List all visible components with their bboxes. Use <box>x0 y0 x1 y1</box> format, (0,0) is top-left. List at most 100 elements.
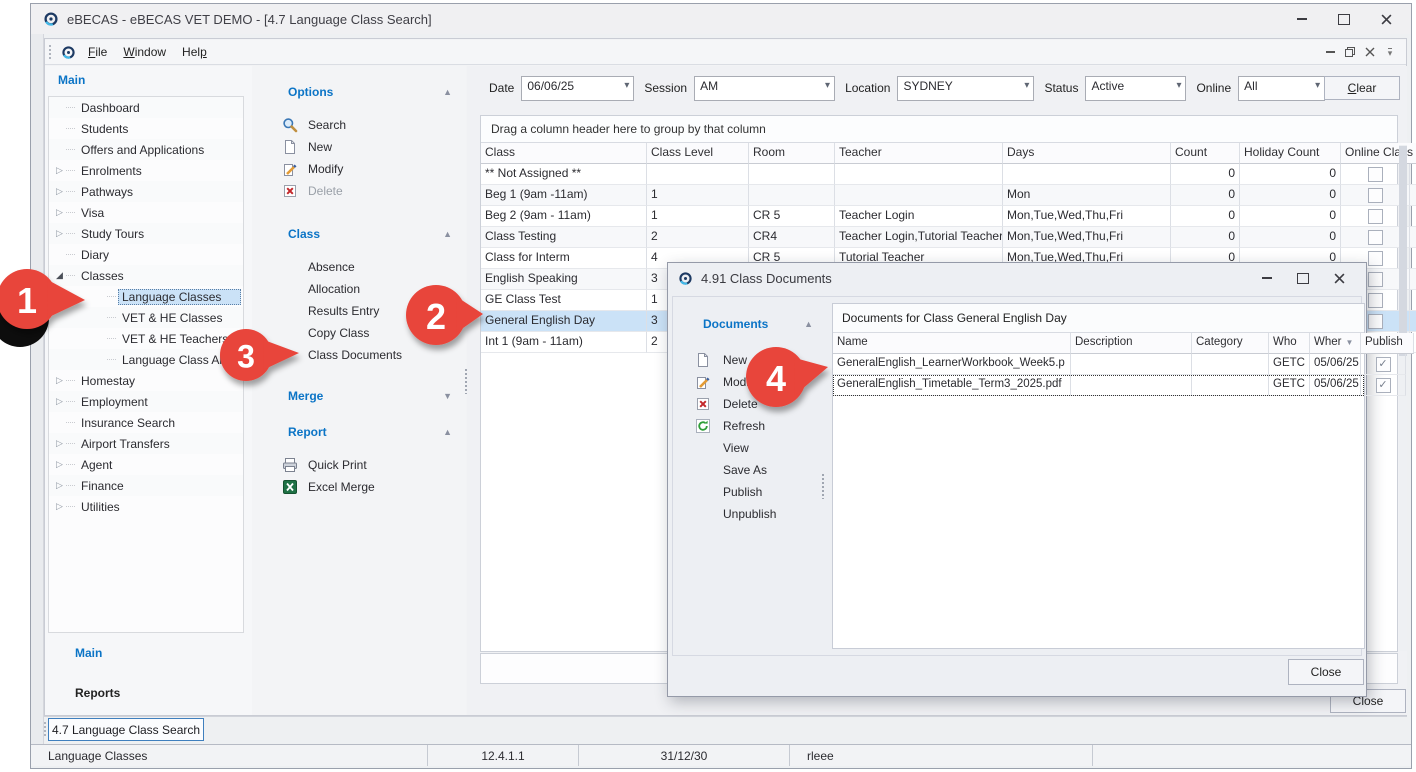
sidebar-item-language-classes[interactable]: Language Classes <box>49 286 243 307</box>
sidebar-item-students[interactable]: Students <box>49 118 243 139</box>
location-combobox[interactable]: SYDNEY <box>897 76 1034 101</box>
column-header-days[interactable]: Days <box>1003 143 1171 164</box>
sidebar-item-vet-he-teachers[interactable]: VET & HE Teachers <box>49 328 243 349</box>
chevron-up-icon[interactable]: ▲ <box>443 427 452 437</box>
tab-language-class-search[interactable]: 4.7 Language Class Search <box>48 718 204 741</box>
nav-group-reports[interactable]: Reports <box>75 686 120 700</box>
chevron-collapsed-icon[interactable]: ▷ <box>53 396 66 407</box>
absence-action[interactable]: Absence <box>308 256 466 278</box>
search-action[interactable]: Search <box>282 114 466 136</box>
clear-button[interactable]: Clear <box>1324 76 1400 100</box>
sidebar-item-agent[interactable]: ▷Agent <box>49 454 243 475</box>
document-row[interactable]: GeneralEnglish_LearnerWorkbook_Week5.pGE… <box>833 354 1364 375</box>
session-combobox[interactable]: AM <box>694 76 835 101</box>
chevron-collapsed-icon[interactable]: ▷ <box>53 375 66 386</box>
sidebar-item-homestay[interactable]: ▷Homestay <box>49 370 243 391</box>
maximize-icon[interactable] <box>1329 9 1359 29</box>
chevron-expanded-icon[interactable]: ◢ <box>53 270 66 281</box>
chevron-down-icon[interactable]: ▼ <box>443 391 452 401</box>
sidebar-item-finance[interactable]: ▷Finance <box>49 475 243 496</box>
quick-print-action[interactable]: Quick Print <box>282 454 466 476</box>
class-documents-action[interactable]: Class Documents <box>308 344 466 366</box>
doc-column-header-who[interactable]: Who <box>1269 333 1310 354</box>
chevron-collapsed-icon[interactable]: ▷ <box>53 165 66 176</box>
doc-column-header-wher[interactable]: Wher▼ <box>1310 333 1361 354</box>
chevron-up-icon[interactable]: ▲ <box>443 229 452 239</box>
new-action[interactable]: New <box>723 349 823 371</box>
view-action[interactable]: View <box>723 437 823 459</box>
online-class-checkbox[interactable] <box>1368 272 1383 287</box>
status-combobox[interactable]: Active <box>1085 76 1186 101</box>
new-action[interactable]: New <box>282 136 466 158</box>
chevron-collapsed-icon[interactable]: ▷ <box>53 459 66 470</box>
sidebar-item-diary[interactable]: Diary <box>49 244 243 265</box>
sidebar-item-offers-and-applications[interactable]: Offers and Applications <box>49 139 243 160</box>
section-header-class[interactable]: Class▲ <box>266 226 452 242</box>
section-header-merge[interactable]: Merge▼ <box>266 388 452 404</box>
sidebar-item-classes[interactable]: ◢Classes <box>49 265 243 286</box>
publish-checkbox[interactable] <box>1376 378 1391 393</box>
sidebar-item-pathways[interactable]: ▷Pathways <box>49 181 243 202</box>
delete-action[interactable]: Delete <box>282 180 466 202</box>
chevron-collapsed-icon[interactable]: ▷ <box>53 186 66 197</box>
unpublish-action[interactable]: Unpublish <box>723 503 823 525</box>
online-class-checkbox[interactable] <box>1368 188 1383 203</box>
chevron-collapsed-icon[interactable]: ▷ <box>53 501 66 512</box>
sidebar-item-visa[interactable]: ▷Visa <box>49 202 243 223</box>
minimize-icon[interactable] <box>1287 9 1317 29</box>
column-header-room[interactable]: Room <box>749 143 835 164</box>
delete-action[interactable]: Delete <box>723 393 823 415</box>
doc-column-header-description[interactable]: Description <box>1071 333 1192 354</box>
chevron-collapsed-icon[interactable]: ▷ <box>53 228 66 239</box>
copy-class-action[interactable]: Copy Class <box>308 322 466 344</box>
menu-window[interactable]: Window <box>115 42 174 62</box>
column-header-class-level[interactable]: Class Level <box>647 143 749 164</box>
mdi-close-icon[interactable] <box>1360 43 1380 61</box>
allocation-action[interactable]: Allocation <box>308 278 466 300</box>
modify-action[interactable]: Modify <box>723 371 823 393</box>
sidebar-item-vet-he-classes[interactable]: VET & HE Classes <box>49 307 243 328</box>
publish-checkbox[interactable] <box>1376 357 1391 372</box>
dialog-minimize-icon[interactable] <box>1254 268 1280 288</box>
sidebar-item-dashboard[interactable]: Dashboard <box>49 97 243 118</box>
online-class-checkbox[interactable] <box>1368 230 1383 245</box>
chevron-collapsed-icon[interactable]: ▷ <box>53 207 66 218</box>
document-row[interactable]: GeneralEnglish_Timetable_Term3_2025.pdfG… <box>833 375 1364 396</box>
chevron-collapsed-icon[interactable]: ▷ <box>53 438 66 449</box>
mdi-restore-icon[interactable] <box>1340 43 1360 61</box>
table-row[interactable]: Beg 1 (9am -11am)1Mon00 <box>481 185 1397 206</box>
toolbar-overflow-icon[interactable]: ▾ <box>1380 43 1400 61</box>
sidebar-item-study-tours[interactable]: ▷Study Tours <box>49 223 243 244</box>
excel-merge-action[interactable]: Excel Merge <box>282 476 466 498</box>
table-row[interactable]: Beg 2 (9am - 11am)1CR 5Teacher LoginMon,… <box>481 206 1397 227</box>
sidebar-item-airport-transfers[interactable]: ▷Airport Transfers <box>49 433 243 454</box>
mdi-minimize-icon[interactable] <box>1320 43 1340 61</box>
column-header-holiday-count[interactable]: Holiday Count <box>1240 143 1341 164</box>
chevron-up-icon[interactable]: ▲ <box>443 87 452 97</box>
online-class-checkbox[interactable] <box>1368 314 1383 329</box>
column-header-count[interactable]: Count <box>1171 143 1240 164</box>
menu-file[interactable]: File <box>80 42 115 62</box>
results-entry-action[interactable]: Results Entry <box>308 300 466 322</box>
grid-scrollbar-thumb[interactable] <box>1399 146 1407 356</box>
dialog-splitter[interactable] <box>821 473 826 499</box>
dialog-maximize-icon[interactable] <box>1290 268 1316 288</box>
menu-help[interactable]: Help <box>174 42 215 62</box>
online-class-checkbox[interactable] <box>1368 251 1383 266</box>
chevron-collapsed-icon[interactable]: ▷ <box>53 480 66 491</box>
doc-column-header-category[interactable]: Category <box>1192 333 1269 354</box>
column-header-teacher[interactable]: Teacher <box>835 143 1003 164</box>
sidebar-item-utilities[interactable]: ▷Utilities <box>49 496 243 517</box>
publish-action[interactable]: Publish <box>723 481 823 503</box>
table-row[interactable]: ** Not Assigned **00 <box>481 164 1397 185</box>
section-header-report[interactable]: Report▲ <box>266 424 452 440</box>
refresh-action[interactable]: Refresh <box>723 415 823 437</box>
chevron-up-icon[interactable]: ▲ <box>804 319 813 329</box>
section-header-options[interactable]: Options▲ <box>266 84 452 100</box>
online-class-checkbox[interactable] <box>1368 209 1383 224</box>
sidebar-item-enrolments[interactable]: ▷Enrolments <box>49 160 243 181</box>
doc-column-header-name[interactable]: Name <box>833 333 1071 354</box>
save-as-action[interactable]: Save As <box>723 459 823 481</box>
dialog-close-button[interactable]: Close <box>1288 659 1364 685</box>
sidebar-item-insurance-search[interactable]: Insurance Search <box>49 412 243 433</box>
